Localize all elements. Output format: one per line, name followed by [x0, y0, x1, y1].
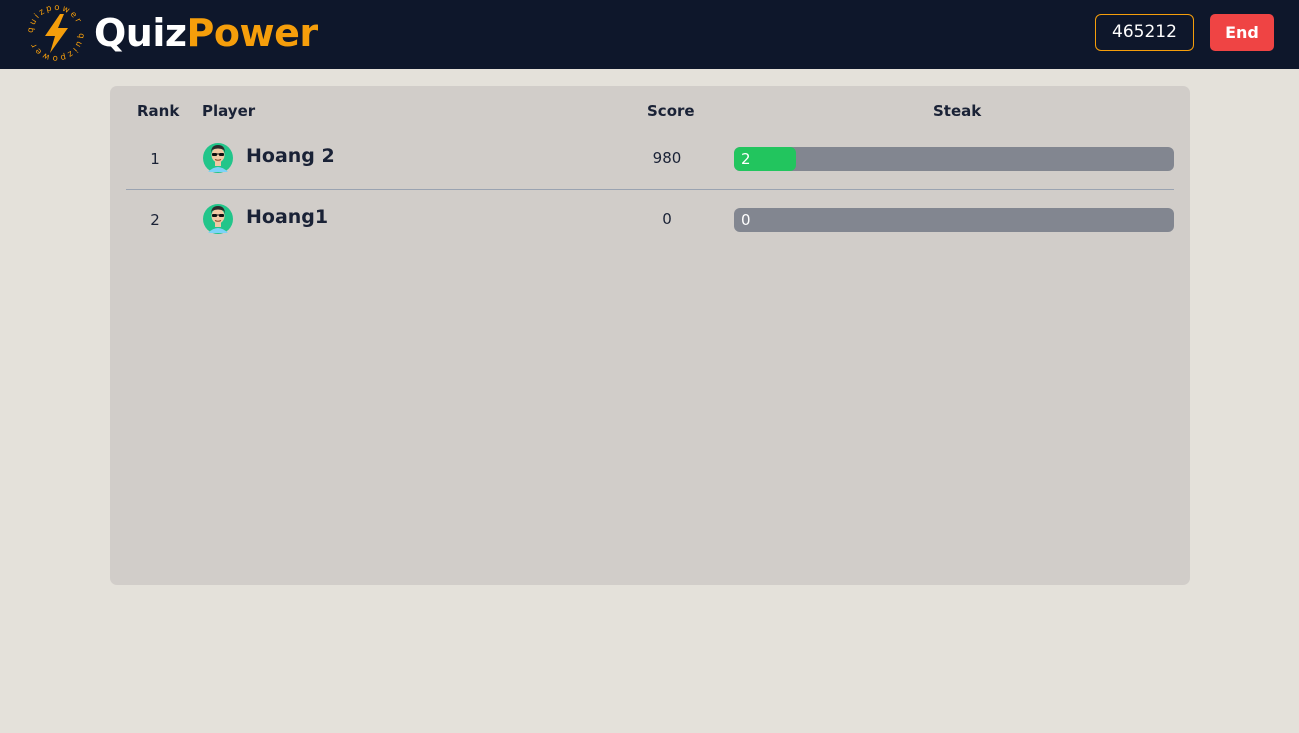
player-name: Hoang 2: [246, 145, 335, 167]
top-nav-bar: quizpower quizpower QuizPower 465212 End: [0, 0, 1299, 69]
streak-column-header: Steak: [933, 102, 982, 120]
player-score: 980: [652, 149, 682, 167]
rank-column-header: Rank: [137, 102, 180, 120]
player-name: Hoang1: [246, 206, 329, 228]
player-score: 0: [662, 210, 672, 228]
streak-count: 2: [741, 150, 751, 168]
end-game-button[interactable]: End: [1210, 14, 1274, 51]
player-avatar-icon: [203, 143, 233, 173]
quizpower-logo-icon: quizpower quizpower: [26, 3, 84, 63]
player-rank: 2: [150, 211, 160, 229]
streak-bar: 0: [734, 208, 1174, 232]
leaderboard-panel: Rank Player Score Steak 1 Hoang 2 980 2 …: [110, 86, 1190, 585]
streak-count: 0: [741, 211, 751, 229]
brand-title-power: Power: [186, 11, 319, 55]
streak-bar: 2: [734, 147, 1174, 171]
player-avatar-icon: [203, 204, 233, 234]
leaderboard-row: 1 Hoang 2 980 2: [126, 129, 1174, 190]
leaderboard-row: 2 Hoang1 0 0: [126, 190, 1174, 250]
player-column-header: Player: [202, 102, 256, 120]
brand-title-quiz: Quiz: [94, 11, 187, 55]
brand-title: QuizPower: [94, 10, 318, 56]
player-rank: 1: [150, 150, 160, 168]
game-pin-display: 465212: [1095, 14, 1194, 51]
score-column-header: Score: [647, 102, 695, 120]
